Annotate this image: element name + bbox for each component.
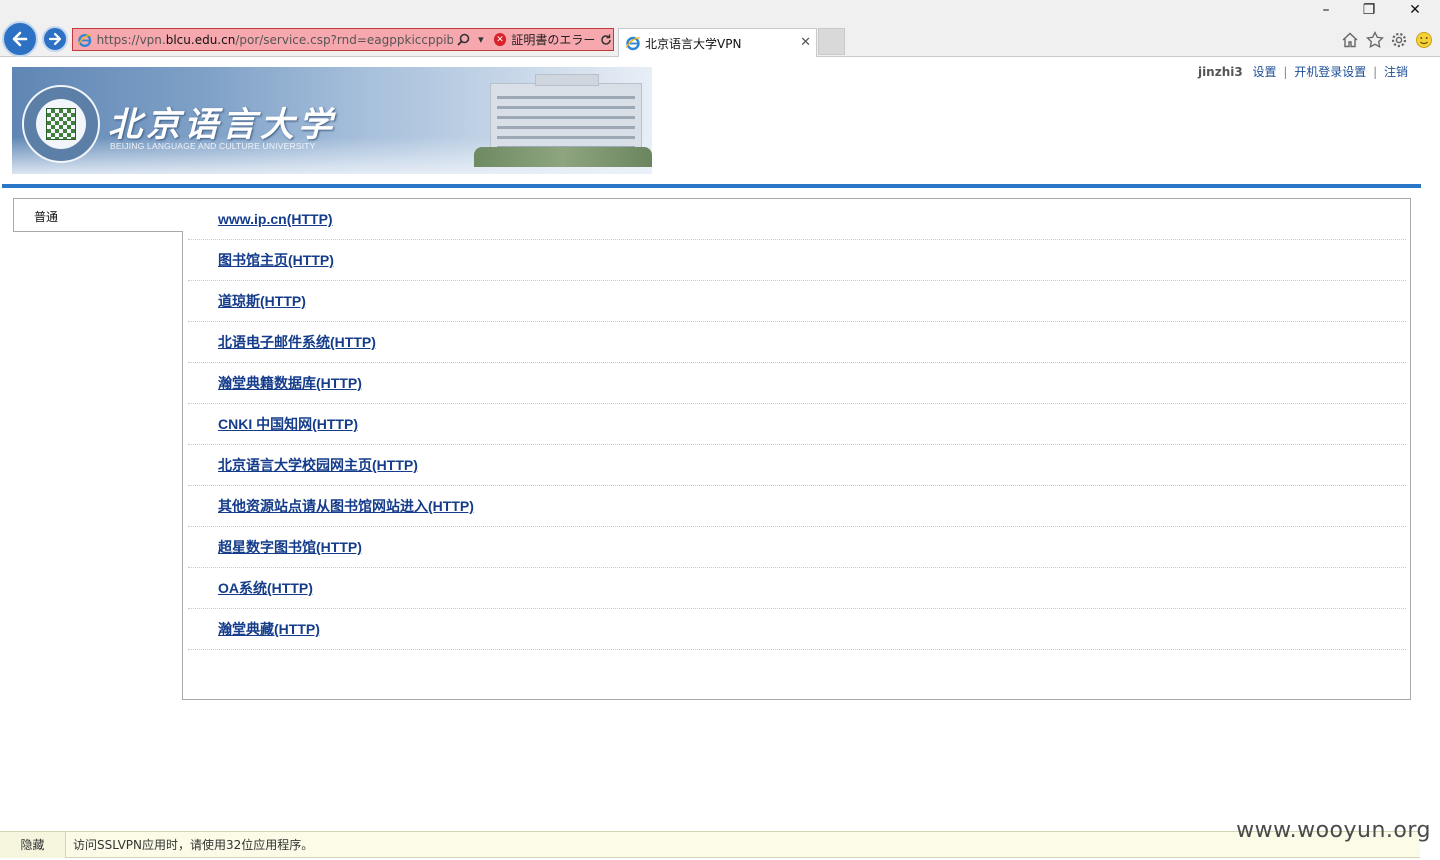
separator: |	[1283, 65, 1288, 79]
list-item: 道琼斯(HTTP)	[188, 281, 1406, 322]
resource-link-campus-home[interactable]: 北京语言大学校园网主页(HTTP)	[218, 455, 418, 475]
seal-shield	[46, 108, 76, 140]
building-floor	[497, 136, 635, 139]
resource-link-hantang-collection[interactable]: 瀚堂典藏(HTTP)	[218, 619, 320, 639]
list-item: 瀚堂典藏(HTTP)	[188, 609, 1406, 650]
trees-image	[474, 147, 652, 167]
list-item: www.ip.cn(HTTP)	[188, 199, 1406, 240]
hide-button[interactable]: 隐藏	[0, 831, 66, 858]
resource-link-ipcn[interactable]: www.ip.cn(HTTP)	[218, 211, 333, 227]
building-floor	[497, 116, 635, 119]
new-tab-button[interactable]	[818, 28, 845, 55]
list-item: 图书馆主页(HTTP)	[188, 240, 1406, 281]
building-floor	[497, 96, 635, 99]
building-roof	[535, 74, 599, 86]
list-item: 北语电子邮件系统(HTTP)	[188, 322, 1406, 363]
home-icon[interactable]	[1340, 30, 1360, 50]
resource-list: www.ip.cn(HTTP) 图书馆主页(HTTP) 道琼斯(HTTP) 北语…	[188, 199, 1406, 650]
settings-gear-icon[interactable]	[1389, 30, 1409, 50]
username: jinzhi3	[1197, 65, 1243, 79]
list-item: 超星数字图书馆(HTTP)	[188, 527, 1406, 568]
user-bar: jinzhi3 设置 | 开机登录设置 | 注销	[1198, 63, 1408, 80]
list-item: 瀚堂典籍数据库(HTTP)	[188, 363, 1406, 404]
resource-link-email[interactable]: 北语电子邮件系统(HTTP)	[218, 332, 376, 352]
resource-link-oa[interactable]: OA系统(HTTP)	[218, 578, 313, 598]
cert-error-icon[interactable]: ✕	[493, 33, 507, 46]
search-icon[interactable]	[457, 33, 471, 47]
close-button[interactable]: ✕	[1392, 0, 1438, 20]
separator: |	[1373, 65, 1378, 79]
status-message: 访问SSLVPN应用时，请使用32位应用程序。	[73, 838, 314, 852]
tab-title: 北京语言大学VPN	[645, 36, 742, 51]
resource-link-other[interactable]: 其他资源站点请从图书馆网站进入(HTTP)	[218, 496, 474, 516]
feedback-smiley-icon[interactable]	[1414, 30, 1434, 50]
logo-english-name: BEIJING LANGUAGE AND CULTURE UNIVERSITY	[110, 141, 316, 151]
restore-button[interactable]: ❐	[1346, 0, 1392, 20]
url-text[interactable]: https://vpn.blcu.edu.cn/por/service.csp?…	[97, 33, 453, 47]
seal-inner	[36, 99, 86, 149]
resource-link-library[interactable]: 图书馆主页(HTTP)	[218, 250, 334, 270]
startup-login-settings-link[interactable]: 开机登录设置	[1294, 65, 1366, 79]
resource-link-cnki[interactable]: CNKI 中国知网(HTTP)	[218, 414, 358, 434]
favorites-star-icon[interactable]	[1365, 30, 1385, 50]
list-item: 其他资源站点请从图书馆网站进入(HTTP)	[188, 486, 1406, 527]
resource-link-dowjones[interactable]: 道琼斯(HTTP)	[218, 291, 306, 311]
status-bar: 隐藏 访问SSLVPN应用时，请使用32位应用程序。	[0, 831, 1420, 858]
minimize-button[interactable]: –	[1303, 0, 1349, 20]
list-item: OA系统(HTTP)	[188, 568, 1406, 609]
settings-link[interactable]: 设置	[1253, 65, 1277, 79]
forward-button[interactable]	[42, 26, 68, 52]
logo-chinese-name: 北京语言大学	[108, 105, 336, 145]
arrow-left-icon	[12, 31, 28, 47]
browser-chrome: – ❐ ✕ https://vpn.blcu.edu.cn/por/servic…	[0, 0, 1440, 57]
university-banner: 北京语言大学 BEIJING LANGUAGE AND CULTURE UNIV…	[12, 67, 652, 174]
cert-error-label[interactable]: 証明書のエラー	[511, 31, 595, 48]
back-button[interactable]	[2, 21, 38, 57]
ie-page-icon	[77, 33, 92, 47]
arrow-right-icon	[48, 32, 62, 46]
list-item: 北京语言大学校园网主页(HTTP)	[188, 445, 1406, 486]
header-divider	[2, 184, 1421, 188]
resource-link-superstar[interactable]: 超星数字图书馆(HTTP)	[218, 537, 362, 557]
refresh-icon[interactable]	[599, 33, 613, 47]
building-floor	[497, 106, 635, 109]
tab-join	[182, 199, 184, 231]
browser-tab[interactable]: 北京语言大学VPN ✕	[618, 28, 817, 57]
address-bar[interactable]: https://vpn.blcu.edu.cn/por/service.csp?…	[72, 28, 614, 51]
list-item: CNKI 中国知网(HTTP)	[188, 404, 1406, 445]
ie-tab-icon	[625, 36, 640, 51]
tab-general-label: 普通	[34, 210, 59, 224]
tab-underline	[13, 231, 183, 232]
dropdown-arrow-icon[interactable]: ▾	[474, 33, 488, 47]
building-floor	[497, 126, 635, 129]
watermark: www.wooyun.org	[1236, 818, 1431, 843]
university-seal-icon	[22, 85, 100, 163]
tab-general[interactable]: 普通	[13, 198, 183, 232]
logout-link[interactable]: 注销	[1384, 65, 1408, 79]
tab-close-icon[interactable]: ✕	[800, 35, 811, 50]
resource-link-hantang-db[interactable]: 瀚堂典籍数据库(HTTP)	[218, 373, 362, 393]
